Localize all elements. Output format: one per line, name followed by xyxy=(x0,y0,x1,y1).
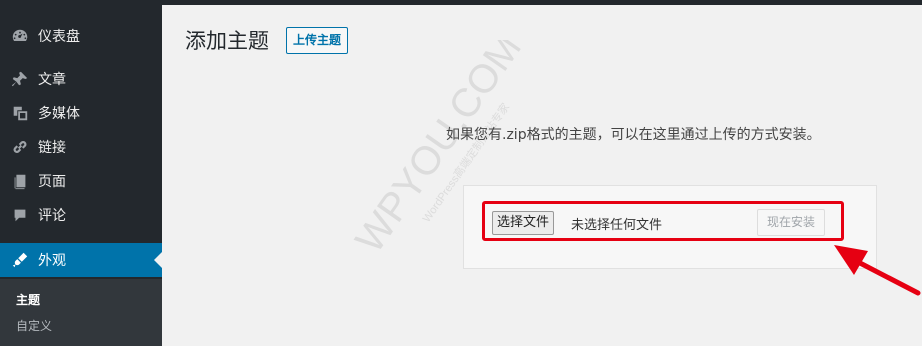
media-icon xyxy=(10,103,30,123)
upload-description: 如果您有.zip格式的主题，可以在这里通过上传的方式安装。 xyxy=(446,127,821,143)
page-title: 添加主题 xyxy=(185,29,269,53)
sidebar-item-label: 仪表盘 xyxy=(38,29,80,45)
sidebar-item-label: 评论 xyxy=(38,208,66,224)
admin-sidebar: 仪表盘 文章 多媒体 链接 页面 评论 外观 主题 自定义 xyxy=(0,5,162,346)
sidebar-item-posts[interactable]: 文章 xyxy=(0,62,162,96)
appearance-submenu: 主题 自定义 xyxy=(0,279,162,346)
annotation-arrow xyxy=(834,245,921,296)
highlight-box xyxy=(482,201,844,241)
sidebar-item-pages[interactable]: 页面 xyxy=(0,164,162,198)
active-indicator xyxy=(154,252,162,268)
link-icon xyxy=(10,137,30,157)
dashboard-icon xyxy=(10,26,30,46)
submenu-item-themes[interactable]: 主题 xyxy=(16,291,40,308)
upload-theme-button[interactable]: 上传主题 xyxy=(286,27,349,54)
sidebar-item-label: 多媒体 xyxy=(38,106,80,122)
sidebar-item-label: 链接 xyxy=(38,140,66,156)
sidebar-item-links[interactable]: 链接 xyxy=(0,130,162,164)
sidebar-item-media[interactable]: 多媒体 xyxy=(0,96,162,130)
sidebar-item-label: 页面 xyxy=(38,174,66,190)
sidebar-item-label: 文章 xyxy=(38,72,66,88)
page-icon xyxy=(10,171,30,191)
sidebar-item-dashboard[interactable]: 仪表盘 xyxy=(0,19,162,53)
appearance-icon xyxy=(10,250,30,270)
sidebar-item-label: 外观 xyxy=(38,253,66,269)
pushpin-icon xyxy=(10,69,30,89)
sidebar-item-comments[interactable]: 评论 xyxy=(0,198,162,232)
comment-icon xyxy=(10,205,30,225)
sidebar-item-appearance[interactable]: 外观 xyxy=(0,243,162,277)
submenu-item-customize[interactable]: 自定义 xyxy=(16,317,52,334)
